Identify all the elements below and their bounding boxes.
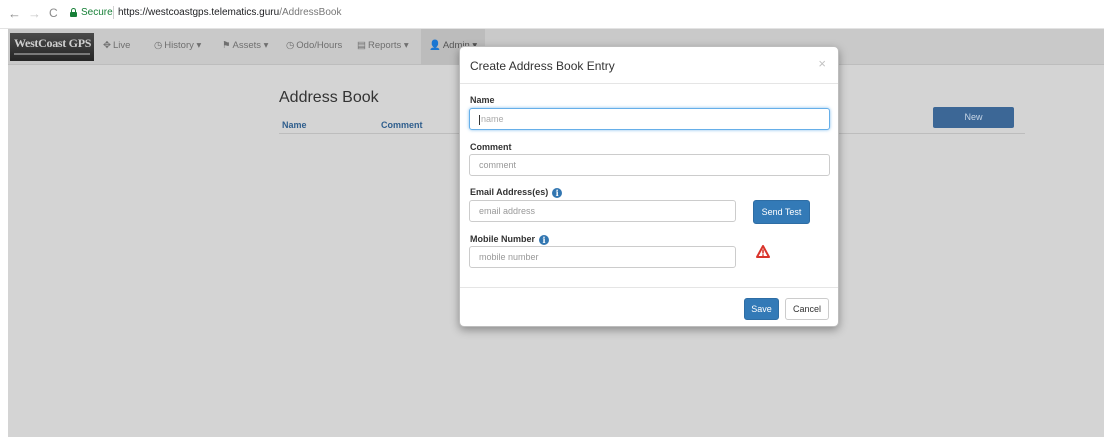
nav-reports-label: Reports ▾	[367, 40, 409, 51]
text-caret	[479, 114, 480, 125]
mobile-label: Mobile Number i	[470, 234, 550, 245]
nav-history-label: History ▾	[164, 40, 202, 51]
column-header-name[interactable]: Name	[282, 120, 307, 130]
name-label: Name	[470, 95, 495, 105]
browser-toolbar: ← → C Secure https://westcoastgps.telema…	[0, 0, 1104, 29]
clock-icon: ◷	[154, 40, 163, 51]
user-icon: 👤	[429, 40, 441, 51]
lock-icon	[70, 8, 77, 17]
forward-arrow-icon[interactable]: →	[28, 6, 41, 21]
nav-odo-hours-label: Odo/Hours	[296, 40, 343, 51]
create-address-book-modal: Create Address Book Entry × Name name Co…	[459, 46, 839, 327]
mobile-placeholder: mobile number	[479, 252, 539, 262]
reload-icon[interactable]: C	[49, 6, 58, 20]
nav-odo-hours[interactable]: ◷ Odo/Hours	[286, 40, 342, 51]
email-label-text: Email Address(es)	[470, 187, 549, 197]
brand-logo[interactable]: WestCoast GPS	[10, 33, 94, 61]
nav-reports[interactable]: ▤ Reports ▾	[357, 40, 409, 51]
mobile-label-text: Mobile Number	[470, 234, 536, 244]
crosshair-icon: ✥	[103, 40, 111, 51]
comment-label: Comment	[470, 142, 512, 152]
url-base: https://westcoastgps.telematics.guru	[118, 7, 280, 18]
nav-assets-label: Assets ▾	[232, 40, 269, 51]
report-icon: ▤	[357, 40, 366, 51]
email-label: Email Address(es) i	[470, 187, 563, 198]
secure-label: Secure	[81, 7, 113, 18]
address-bar[interactable]: https://westcoastgps.telematics.guru/Add…	[118, 7, 341, 18]
modal-title: Create Address Book Entry	[470, 59, 615, 73]
warning-icon	[756, 245, 770, 258]
modal-footer-divider	[460, 287, 838, 288]
url-path: /AddressBook	[279, 7, 342, 18]
email-input[interactable]: email address	[469, 200, 736, 222]
cancel-button[interactable]: Cancel	[785, 298, 829, 320]
comment-input[interactable]: comment	[469, 154, 830, 176]
url-separator	[113, 6, 114, 19]
name-placeholder: name	[481, 114, 504, 124]
info-icon[interactable]: i	[539, 235, 550, 245]
nav-assets[interactable]: ⚑ Assets ▾	[222, 40, 268, 51]
mobile-input[interactable]: mobile number	[469, 246, 736, 268]
comment-placeholder: comment	[479, 160, 517, 170]
modal-header: Create Address Book Entry ×	[460, 47, 838, 84]
new-button[interactable]: New	[933, 107, 1014, 128]
name-input[interactable]: name	[469, 108, 830, 130]
flag-icon: ⚑	[222, 40, 231, 51]
back-arrow-icon[interactable]: ←	[8, 6, 21, 21]
page-title: Address Book	[279, 89, 379, 106]
close-icon[interactable]: ×	[818, 56, 826, 71]
email-placeholder: email address	[479, 206, 536, 216]
column-header-comment[interactable]: Comment	[381, 120, 423, 130]
dashboard-icon: ◷	[286, 40, 295, 51]
brand-text: WestCoast GPS	[14, 36, 92, 50]
save-button[interactable]: Save	[744, 298, 779, 320]
send-test-button[interactable]: Send Test	[753, 200, 810, 224]
nav-history[interactable]: ◷ History ▾	[154, 40, 201, 51]
nav-live[interactable]: ✥ Live	[103, 40, 130, 51]
info-icon[interactable]: i	[552, 188, 563, 198]
nav-live-label: Live	[112, 40, 131, 51]
